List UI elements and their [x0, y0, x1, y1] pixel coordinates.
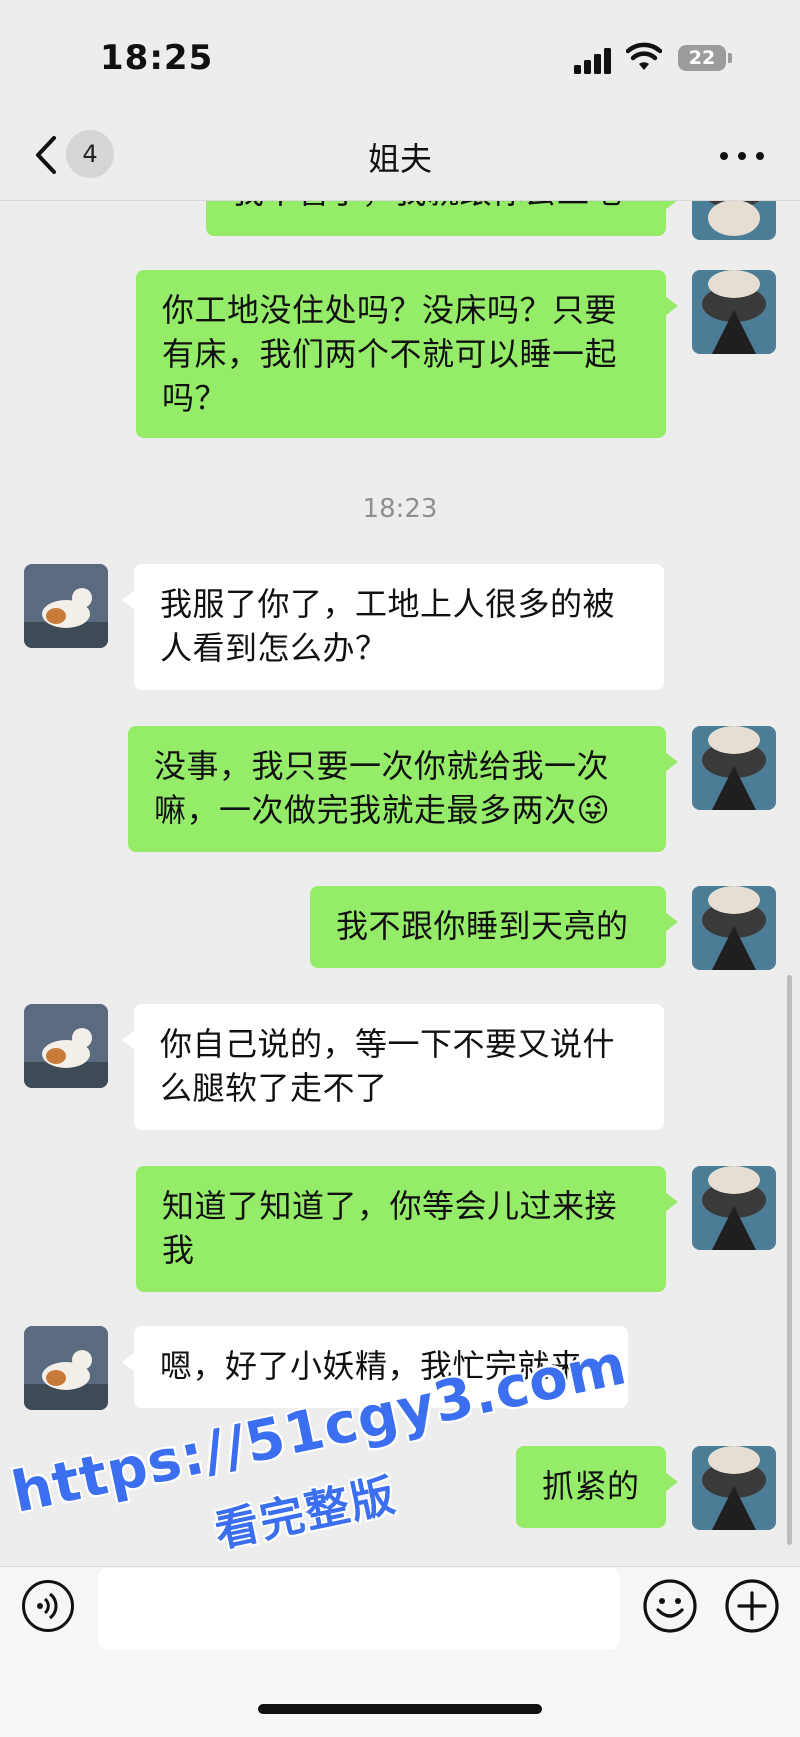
chevron-left-icon[interactable]: [30, 132, 60, 178]
plus-icon[interactable]: [724, 1578, 780, 1634]
my-avatar[interactable]: [692, 270, 776, 354]
message-bubble-contact[interactable]: 嗯，好了小妖精，我忙完就来: [122, 1326, 628, 1408]
my-avatar[interactable]: [692, 726, 776, 810]
my-avatar[interactable]: [692, 200, 776, 240]
my-avatar[interactable]: [692, 886, 776, 970]
message-bubble-mine[interactable]: 没事，我只要一次你就给我一次嘛，一次做完我就走最多两次😜: [128, 726, 678, 852]
message-list[interactable]: 我不管了，我就跟你去工地 你工地没住处吗？没床吗？只要有床，我们两个不就可以睡一…: [0, 200, 800, 1566]
unread-count-badge[interactable]: 4: [66, 130, 114, 178]
chat-timestamp: 18:23: [362, 494, 438, 524]
my-avatar[interactable]: [692, 1166, 776, 1250]
contact-avatar[interactable]: [24, 1326, 108, 1410]
my-avatar[interactable]: [692, 1446, 776, 1530]
emoji-icon[interactable]: [642, 1578, 698, 1634]
message-input[interactable]: [98, 1568, 620, 1650]
battery-indicator: 22: [678, 45, 726, 71]
message-bubble-mine[interactable]: 我不管了，我就跟你去工地: [206, 200, 678, 236]
chat-header: 4 姐夫: [0, 110, 800, 201]
battery-tip: [728, 53, 732, 63]
message-bubble-mine[interactable]: 抓紧的: [516, 1446, 678, 1528]
status-bar: 18:25 22: [0, 0, 800, 110]
wifi-icon: [626, 42, 662, 70]
chat-scrollbar[interactable]: [787, 975, 792, 1545]
message-bubble-mine[interactable]: 我不跟你睡到天亮的: [310, 886, 678, 968]
chat-title: 姐夫: [367, 140, 432, 178]
signal-icon: [574, 46, 614, 74]
more-dots-icon[interactable]: [720, 138, 764, 174]
contact-avatar[interactable]: [24, 564, 108, 648]
message-bubble-contact[interactable]: 我服了你了，工地上人很多的被人看到怎么办？: [122, 564, 664, 690]
status-time: 18:25: [100, 38, 214, 78]
voice-icon[interactable]: [22, 1580, 74, 1632]
message-bubble-mine[interactable]: 知道了知道了，你等会儿过来接我: [136, 1166, 678, 1292]
message-bubble-mine[interactable]: 你工地没住处吗？没床吗？只要有床，我们两个不就可以睡一起吗？: [136, 270, 678, 438]
message-bubble-contact[interactable]: 你自己说的，等一下不要又说什么腿软了走不了: [122, 1004, 664, 1130]
home-indicator[interactable]: [258, 1704, 542, 1714]
contact-avatar[interactable]: [24, 1004, 108, 1088]
